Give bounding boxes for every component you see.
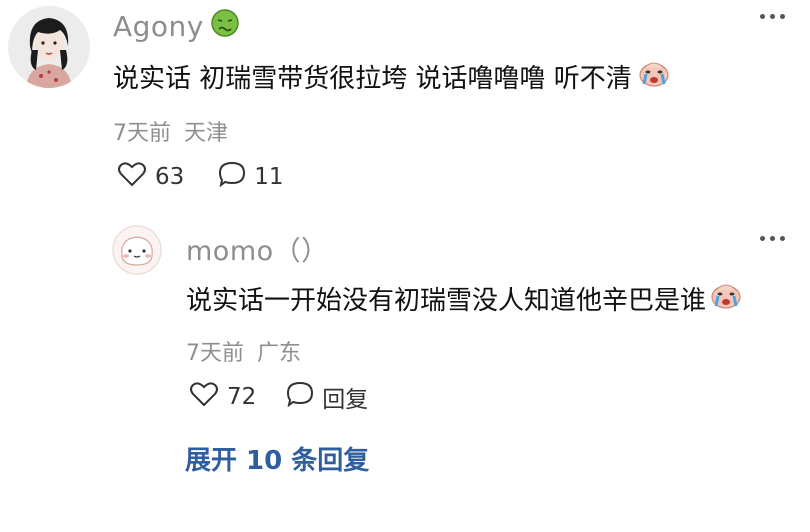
crying-face-emoji <box>710 280 742 317</box>
more-icon[interactable] <box>760 14 785 19</box>
comment-text-content: 说实话 初瑞雪带货很拉垮 说话噜噜噜 听不清 <box>113 64 632 94</box>
reply-more-icon[interactable] <box>760 236 785 241</box>
comment-location: 天津 <box>184 121 229 146</box>
comment-text: 说实话 初瑞雪带货很拉垮 说话噜噜噜 听不清 <box>113 58 670 95</box>
reply-like-button[interactable]: 72 <box>189 381 256 413</box>
comment-meta: 7天前 天津 <box>113 115 234 147</box>
reply-text-content: 说实话一开始没有初瑞雪没人知道他辛巴是谁 <box>186 286 707 316</box>
reply-count: 11 <box>254 164 284 190</box>
comment-bubble-icon <box>218 161 246 193</box>
reply-avatar[interactable] <box>112 225 162 275</box>
reply-button[interactable]: 回复 <box>286 380 368 414</box>
reply-location: 广东 <box>257 341 302 366</box>
reply-actions: 72 回复 <box>189 380 368 414</box>
reply-text: 说实话一开始没有初瑞雪没人知道他辛巴是谁 <box>186 280 742 317</box>
comment-actions: 63 11 <box>117 161 284 193</box>
heart-icon <box>189 381 219 413</box>
heart-icon <box>117 161 147 193</box>
reply-time: 7天前 <box>186 341 244 366</box>
comment-bubble-icon <box>286 381 314 413</box>
like-count: 63 <box>155 164 185 190</box>
sick-face-emoji <box>210 8 240 45</box>
crying-face-emoji <box>638 58 670 95</box>
reply-label: 回复 <box>322 387 369 413</box>
reply-count-button[interactable]: 11 <box>218 161 284 193</box>
comment-username[interactable]: Agony <box>113 8 240 45</box>
reply-username[interactable]: momo（） <box>186 229 329 268</box>
comment-time: 7天前 <box>113 121 171 146</box>
reply-meta: 7天前 广东 <box>186 335 307 367</box>
avatar[interactable] <box>8 6 90 88</box>
comment-username-text[interactable]: Agony <box>113 10 204 43</box>
like-button[interactable]: 63 <box>117 161 184 193</box>
expand-replies-link[interactable]: 展开 10 条回复 <box>185 440 369 477</box>
reply-like-count: 72 <box>227 384 257 410</box>
